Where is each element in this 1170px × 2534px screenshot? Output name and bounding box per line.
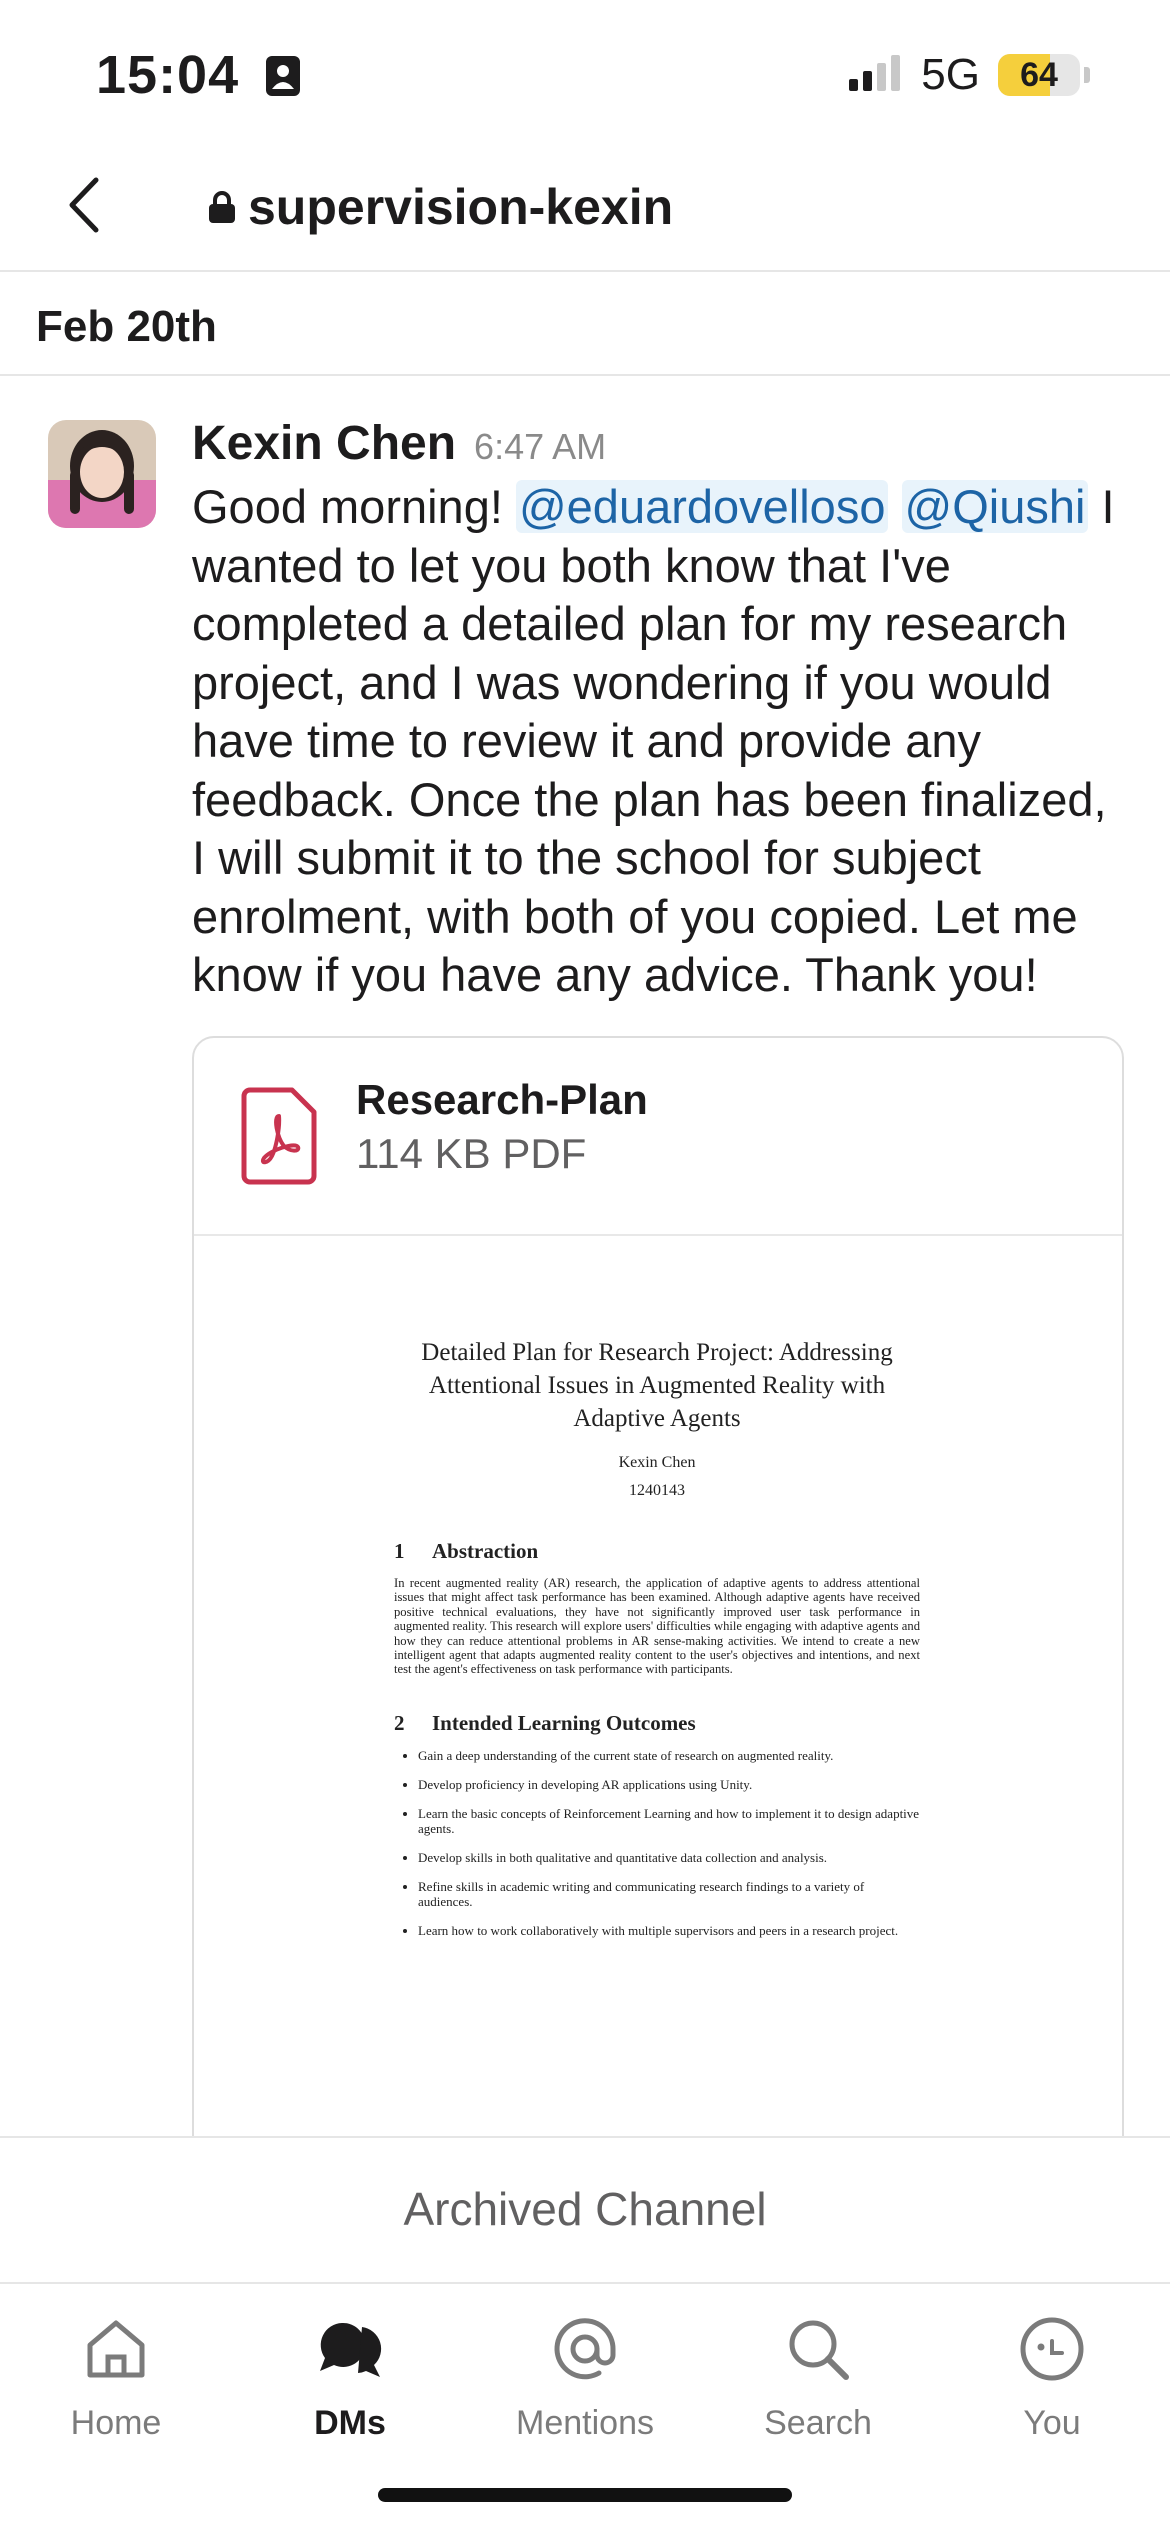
tab-label: Search bbox=[764, 2404, 872, 2442]
message-time: 6:47 AM bbox=[474, 426, 607, 467]
battery-level: 64 bbox=[1020, 56, 1058, 94]
doc-title: Detailed Plan for Research Project: Addr… bbox=[421, 1339, 893, 1432]
date-label: Feb 20th bbox=[36, 302, 217, 351]
tab-label: Home bbox=[70, 2404, 162, 2442]
avatar[interactable] bbox=[48, 420, 156, 528]
status-indicators: 5G 64 bbox=[847, 50, 1090, 100]
dms-icon bbox=[250, 2304, 450, 2394]
file-meta: 114 KB PDF bbox=[356, 1130, 587, 1177]
doc-section-heading: 2 Intended Learning Outcomes bbox=[394, 1711, 920, 1736]
tab-dms[interactable]: DMs bbox=[250, 2304, 450, 2443]
channel-title[interactable]: supervision-kexin bbox=[206, 178, 673, 236]
tab-search[interactable]: Search bbox=[718, 2304, 918, 2443]
archived-label: Archived Channel bbox=[403, 2183, 767, 2235]
list-item: Learn how to work collaboratively with m… bbox=[418, 1923, 920, 1938]
list-item: Learn the basic concepts of Reinforcemen… bbox=[418, 1806, 920, 1836]
back-button[interactable] bbox=[56, 170, 116, 240]
file-attachment[interactable]: Research-Plan 114 KB PDF Detailed Plan f… bbox=[192, 1036, 1124, 2160]
list-item: Gain a deep understanding of the current… bbox=[418, 1748, 920, 1763]
home-indicator[interactable] bbox=[378, 2488, 792, 2502]
document-page: Detailed Plan for Research Project: Addr… bbox=[394, 1336, 920, 1952]
doc-section-heading: 1 Abstraction bbox=[394, 1539, 920, 1564]
tab-home[interactable]: Home bbox=[16, 2304, 216, 2443]
mention-eduardovelloso[interactable]: @eduardovelloso bbox=[515, 480, 889, 533]
doc-author: Kexin Chen bbox=[618, 1454, 696, 1471]
list-item: Develop skills in both qualitative and q… bbox=[418, 1850, 920, 1865]
channel-name: supervision-kexin bbox=[248, 179, 674, 235]
chevron-left-icon bbox=[69, 177, 99, 233]
network-type: 5G bbox=[921, 50, 980, 99]
archived-banner: Archived Channel bbox=[0, 2136, 1170, 2284]
tab-label: DMs bbox=[314, 2404, 386, 2442]
contact-card-icon bbox=[265, 48, 301, 110]
doc-abstract: In recent augmented reality (AR) researc… bbox=[394, 1576, 920, 1677]
message-text-start: Good morning! bbox=[192, 480, 516, 533]
tab-label: You bbox=[1023, 2404, 1081, 2442]
sender-name[interactable]: Kexin Chen bbox=[192, 416, 456, 471]
section-title: Abstraction bbox=[432, 1539, 539, 1563]
status-time: 15:04 bbox=[96, 44, 301, 110]
doc-student-id: 1240143 bbox=[629, 1482, 685, 1499]
attachment-header[interactable]: Research-Plan 114 KB PDF bbox=[194, 1038, 1122, 1236]
home-icon bbox=[16, 2304, 216, 2394]
you-icon bbox=[952, 2304, 1152, 2394]
message-header: Kexin Chen 6:47 AM bbox=[192, 416, 606, 471]
list-item: Refine skills in academic writing and co… bbox=[418, 1879, 920, 1909]
at-icon bbox=[485, 2304, 685, 2394]
pdf-preview[interactable]: Detailed Plan for Research Project: Addr… bbox=[194, 1236, 1122, 2156]
tab-mentions[interactable]: Mentions bbox=[485, 2304, 685, 2443]
section-number: 1 bbox=[394, 1539, 405, 1563]
lock-icon bbox=[209, 191, 235, 223]
list-item: Develop proficiency in developing AR app… bbox=[418, 1777, 920, 1792]
signal-icon bbox=[847, 53, 903, 98]
date-divider: Feb 20th bbox=[0, 272, 1170, 376]
battery-icon: 64 bbox=[998, 54, 1080, 96]
search-icon bbox=[718, 2304, 918, 2394]
clock-text: 15:04 bbox=[96, 45, 240, 105]
mention-qiushi[interactable]: @Qiushi bbox=[901, 480, 1089, 533]
message-text-rest: I wanted to let you both know that I've … bbox=[192, 480, 1115, 1001]
section-number: 2 bbox=[394, 1710, 405, 1735]
tab-you[interactable]: You bbox=[952, 2304, 1152, 2443]
pdf-icon bbox=[240, 1086, 318, 1191]
outcomes-list: Gain a deep understanding of the current… bbox=[394, 1748, 920, 1938]
battery-cap bbox=[1084, 67, 1090, 83]
tab-label: Mentions bbox=[516, 2404, 654, 2442]
channel-header: supervision-kexin bbox=[0, 140, 1170, 272]
file-name: Research-Plan bbox=[356, 1076, 648, 1123]
message-text: Good morning! @eduardovelloso @Qiushi I … bbox=[192, 478, 1132, 1005]
section-title: Intended Learning Outcomes bbox=[432, 1710, 696, 1735]
